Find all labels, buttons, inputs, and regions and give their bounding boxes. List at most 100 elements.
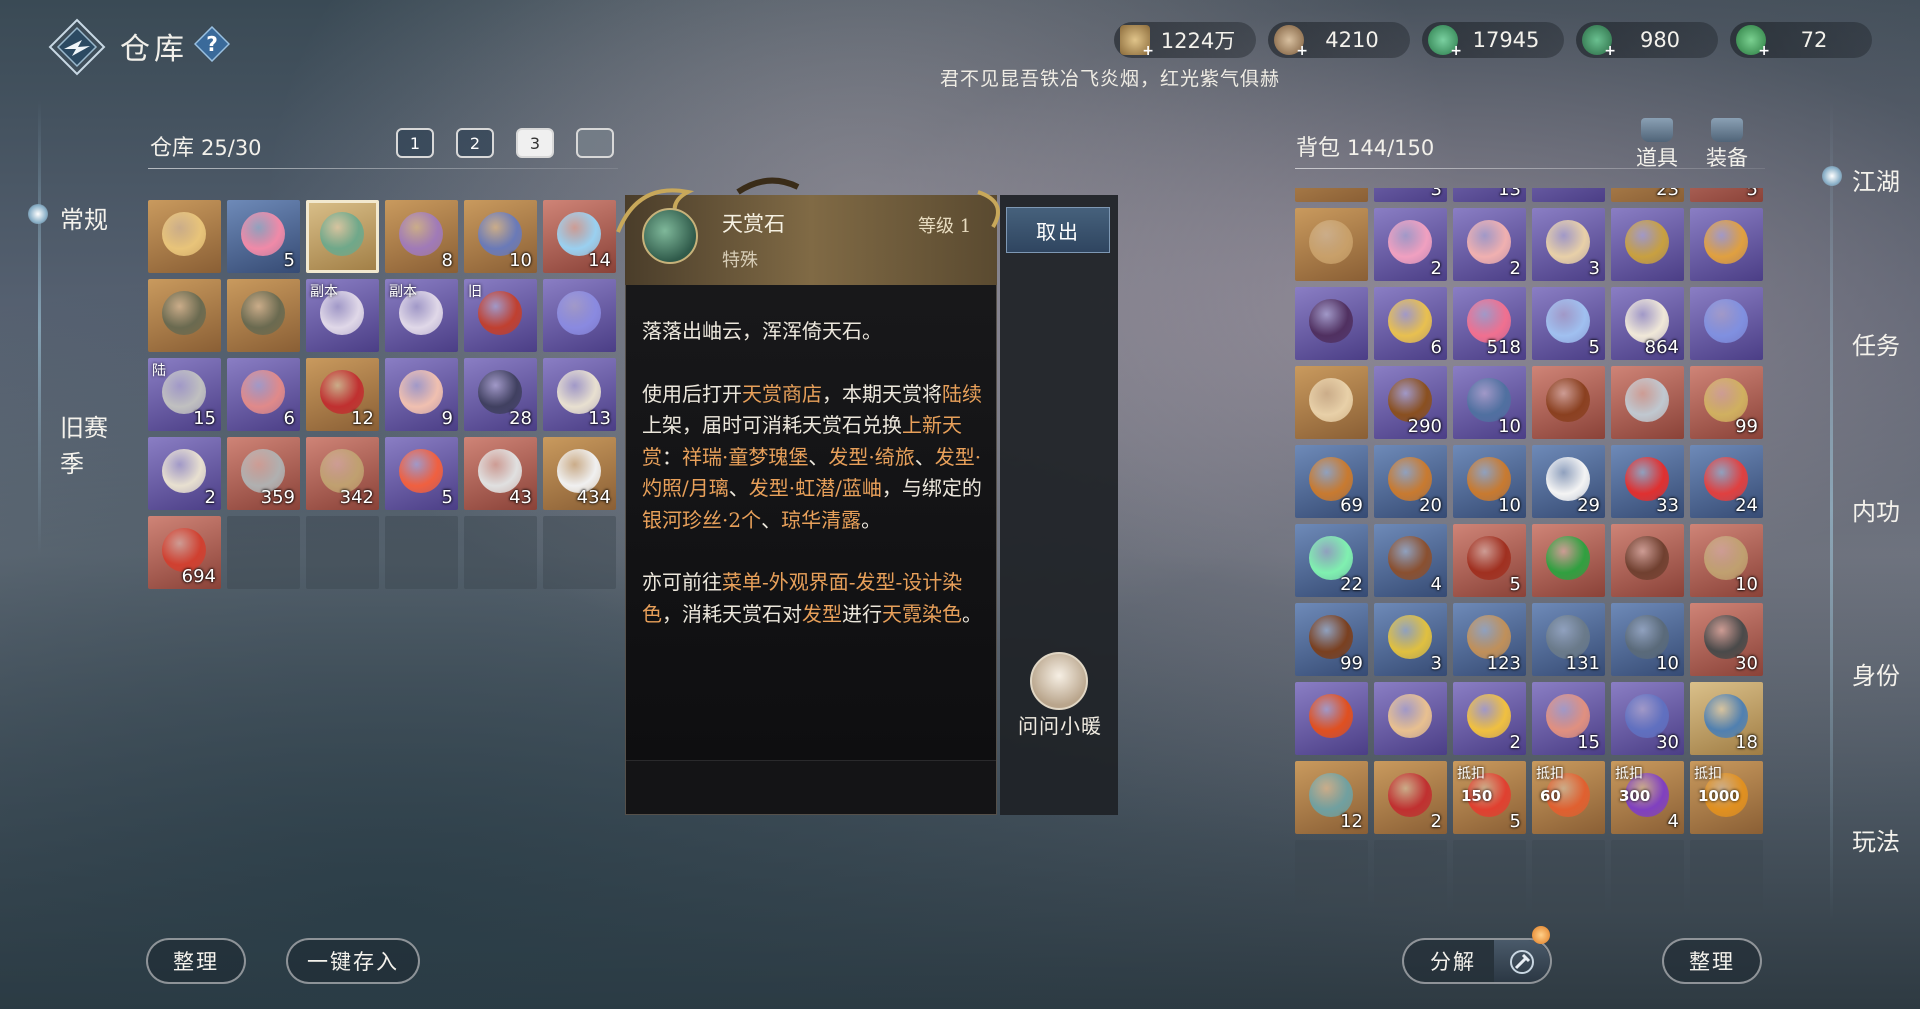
inventory-slot[interactable]: 694 <box>148 516 221 589</box>
inventory-slot[interactable]: 6 <box>227 358 300 431</box>
inventory-slot[interactable]: 13 <box>1453 188 1526 202</box>
bag-tab-items[interactable]: 道具 <box>1636 118 1678 172</box>
inventory-slot[interactable] <box>148 200 221 273</box>
inventory-slot[interactable]: 12 <box>1295 761 1368 834</box>
empty-slot[interactable] <box>1690 840 1763 913</box>
empty-slot[interactable] <box>385 516 458 589</box>
inventory-slot[interactable]: 5 <box>227 200 300 273</box>
ask-assistant-label[interactable]: 问问小暖 <box>1012 710 1108 739</box>
inventory-slot[interactable]: 副本 <box>385 279 458 352</box>
right-nav-gameplay[interactable]: 玩法 <box>1852 822 1900 857</box>
question-icon[interactable]: ? <box>194 26 230 62</box>
inventory-slot[interactable]: 3 <box>1374 603 1447 676</box>
empty-slot[interactable] <box>227 516 300 589</box>
inventory-slot[interactable] <box>1532 188 1605 202</box>
right-nav-inner-skill[interactable]: 内功 <box>1852 492 1900 527</box>
bag-sort-button[interactable]: 整理 <box>1662 938 1762 984</box>
inventory-slot[interactable]: 30 <box>1690 603 1763 676</box>
inventory-slot[interactable]: 15 <box>1532 682 1605 755</box>
inventory-slot[interactable]: 1000 抵扣 <box>1690 761 1763 834</box>
inventory-slot[interactable] <box>1532 524 1605 597</box>
currency-item[interactable]: 17945 <box>1422 22 1564 59</box>
inventory-slot[interactable]: 10 <box>1690 524 1763 597</box>
inventory-slot[interactable]: 4 <box>1374 524 1447 597</box>
inventory-slot[interactable]: 5 <box>1690 188 1763 202</box>
inventory-slot[interactable] <box>1611 524 1684 597</box>
warehouse-sort-button[interactable]: 整理 <box>146 938 246 984</box>
inventory-slot[interactable]: 69 <box>1295 445 1368 518</box>
inventory-slot[interactable]: 5 <box>385 437 458 510</box>
inventory-slot[interactable] <box>1295 287 1368 360</box>
inventory-slot[interactable]: 副本 <box>306 279 379 352</box>
inventory-slot[interactable]: 99 <box>1690 366 1763 439</box>
inventory-slot[interactable]: 131 <box>1532 603 1605 676</box>
inventory-slot[interactable]: 10 <box>1453 366 1526 439</box>
inventory-slot[interactable]: 28 <box>464 358 537 431</box>
take-out-button[interactable]: 取出 <box>1006 207 1110 253</box>
currency-item[interactable]: 4210 <box>1268 22 1410 59</box>
empty-slot[interactable] <box>1532 840 1605 913</box>
empty-slot[interactable] <box>1611 840 1684 913</box>
inventory-slot[interactable]: 2 <box>1374 761 1447 834</box>
inventory-slot[interactable]: 123 <box>1453 603 1526 676</box>
inventory-slot[interactable]: 43 <box>464 437 537 510</box>
inventory-slot[interactable] <box>227 279 300 352</box>
empty-slot[interactable] <box>543 516 616 589</box>
inventory-slot[interactable] <box>1690 287 1763 360</box>
inventory-slot[interactable] <box>1295 188 1368 202</box>
nav-item-normal[interactable]: 常规 <box>60 200 108 235</box>
inventory-slot[interactable]: 20 <box>1374 445 1447 518</box>
right-nav-quests[interactable]: 任务 <box>1852 326 1900 361</box>
inventory-slot[interactable]: 518 <box>1453 287 1526 360</box>
inventory-slot[interactable]: 9 <box>385 358 458 431</box>
assistant-avatar-icon[interactable] <box>1030 652 1088 710</box>
empty-slot[interactable] <box>1295 840 1368 913</box>
inventory-slot[interactable] <box>1374 682 1447 755</box>
inventory-slot[interactable] <box>148 279 221 352</box>
deposit-all-button[interactable]: 一键存入 <box>286 938 420 984</box>
tab-warehouse-1[interactable]: 1 <box>396 128 434 158</box>
inventory-slot[interactable]: 342 <box>306 437 379 510</box>
inventory-slot[interactable]: 60 抵扣 <box>1532 761 1605 834</box>
tab-warehouse-locked[interactable] <box>576 128 614 158</box>
inventory-slot[interactable]: 18 <box>1690 682 1763 755</box>
empty-slot[interactable] <box>464 516 537 589</box>
inventory-slot[interactable] <box>1295 682 1368 755</box>
currency-item[interactable]: 980 <box>1576 22 1718 59</box>
inventory-slot[interactable] <box>1611 208 1684 281</box>
inventory-slot[interactable]: 10 <box>464 200 537 273</box>
inventory-slot[interactable]: 陆 15 <box>148 358 221 431</box>
bag-tab-equipment[interactable]: 装备 <box>1706 118 1748 172</box>
inventory-slot[interactable]: 23 <box>1611 188 1684 202</box>
inventory-slot[interactable]: 33 <box>1611 445 1684 518</box>
inventory-slot[interactable]: 10 <box>1453 445 1526 518</box>
inventory-slot[interactable]: 8 <box>385 200 458 273</box>
inventory-slot[interactable]: 10 <box>1611 603 1684 676</box>
inventory-slot[interactable]: 99 <box>1295 603 1368 676</box>
inventory-slot[interactable]: 150 抵扣 5 <box>1453 761 1526 834</box>
inventory-slot[interactable] <box>543 279 616 352</box>
tab-warehouse-3[interactable]: 3 <box>516 128 554 158</box>
inventory-slot[interactable]: 2 <box>1453 208 1526 281</box>
right-nav-jianghu[interactable]: 江湖 <box>1852 162 1900 197</box>
inventory-slot[interactable]: 6 <box>1374 287 1447 360</box>
inventory-slot[interactable]: 3 <box>1374 188 1447 202</box>
inventory-slot[interactable]: 24 <box>1690 445 1763 518</box>
inventory-slot[interactable] <box>1690 208 1763 281</box>
inventory-slot[interactable] <box>306 200 379 273</box>
empty-slot[interactable] <box>306 516 379 589</box>
inventory-slot[interactable]: 2 <box>1453 682 1526 755</box>
inventory-slot[interactable]: 5 <box>1453 524 1526 597</box>
inventory-slot[interactable]: 2 <box>1374 208 1447 281</box>
inventory-slot[interactable]: 434 <box>543 437 616 510</box>
inventory-slot[interactable]: 旧 <box>464 279 537 352</box>
inventory-slot[interactable]: 2 <box>148 437 221 510</box>
inventory-slot[interactable] <box>1611 366 1684 439</box>
inventory-slot[interactable]: 359 <box>227 437 300 510</box>
currency-item[interactable]: 1224万 <box>1114 22 1256 59</box>
inventory-slot[interactable]: 30 <box>1611 682 1684 755</box>
inventory-slot[interactable]: 3 <box>1532 208 1605 281</box>
inventory-slot[interactable]: 300 抵扣 4 <box>1611 761 1684 834</box>
inventory-slot[interactable] <box>1295 366 1368 439</box>
inventory-slot[interactable] <box>1295 208 1368 281</box>
